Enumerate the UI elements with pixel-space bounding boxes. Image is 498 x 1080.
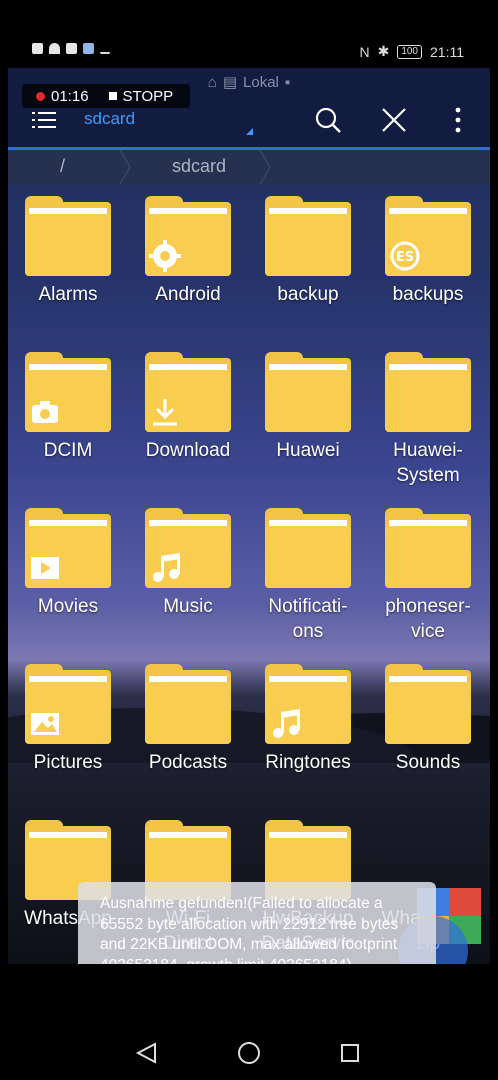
folder-icon [385,352,471,432]
folder-item[interactable]: Ringtones [248,664,368,814]
toolbar-title[interactable]: sdcard [84,109,135,129]
dropdown-caret-icon [246,128,253,135]
breadcrumb-current[interactable]: sdcard [172,156,226,177]
navigation-bar [135,1042,359,1064]
menu-icon[interactable] [32,110,56,130]
folder-item[interactable]: DCIM [8,352,128,502]
toolbar: ⌂ ▤ Lokal ▪ 01:16 STOPP sdcard [8,68,490,150]
breadcrumb-separator-icon [119,150,131,184]
folder-label: backup [277,284,339,305]
folder-item[interactable]: Sounds [368,664,488,814]
download-status-icon [100,43,110,54]
folder-label: Huawei [276,440,340,461]
folder-label: Podcasts [148,752,228,773]
home-icon: ⌂ [207,73,217,91]
download-icon [149,396,181,428]
folder-label: Pictures [33,752,103,773]
folder-label: Sounds [395,752,461,773]
error-toast: Ausnahme gefunden!(Failed to allocate a … [78,882,436,964]
folder-label: Movies [37,596,99,617]
record-dot-icon [36,91,45,101]
folder-label: Huawei- System [393,440,463,486]
folder-icon [25,196,111,276]
folder-label: Download [145,440,231,461]
folder-icon [265,196,351,276]
music-icon [269,708,301,740]
play-icon [29,552,61,584]
folder-icon [25,352,111,432]
folder-item[interactable]: Huawei- System [368,352,488,502]
folder-item[interactable]: Huawei [248,352,368,502]
folder-icon [145,196,231,276]
status-left-icons [32,43,110,54]
folder-item[interactable]: Notificati- ons [248,508,368,658]
es-icon: ES [389,240,421,272]
nfc-icon: N [359,43,370,60]
back-button[interactable] [135,1042,156,1064]
more-options-icon[interactable] [444,106,472,134]
folder-icon [145,664,231,744]
folder-label: Notificati- ons [268,596,348,642]
stop-icon [66,43,77,54]
folder-item[interactable]: Movies [8,508,128,658]
folder-icon [25,664,111,744]
folder-icon [385,664,471,744]
file-manager-app: ⌂ ▤ Lokal ▪ 01:16 STOPP sdcard / sdcard … [8,68,490,964]
close-icon[interactable] [380,106,408,134]
screen-recorder[interactable]: 01:16 STOPP [22,84,190,108]
bluetooth-icon: ✱ [377,43,390,59]
storage-label: Lokal [243,73,279,91]
folder-item[interactable]: Podcasts [128,664,248,814]
folder-icon [265,664,351,744]
folder-label: Ringtones [265,752,351,773]
folder-item[interactable]: ES backups [368,196,488,346]
folder-item[interactable]: Pictures [8,664,128,814]
wifi-icon [49,43,60,54]
record-timer: 01:16 [51,87,89,105]
folder-label: DCIM [43,440,93,461]
folder-item[interactable]: Android [128,196,248,346]
music-icon [149,552,181,584]
search-icon[interactable] [314,106,342,134]
sim-icon [32,43,43,54]
home-button[interactable] [238,1042,260,1064]
folder-label: phoneser- vice [385,596,471,642]
folder-label: Alarms [38,284,98,305]
breadcrumb-separator-icon [259,150,271,184]
folder-item[interactable]: Music [128,508,248,658]
folder-item[interactable]: Alarms [8,196,128,346]
folder-icon [385,508,471,588]
status-right: N ✱ 100 21:11 [359,43,464,60]
folder-item[interactable]: backup [248,196,368,346]
record-stop-button[interactable]: STOPP [123,88,174,105]
card-icon: ▤ [222,74,238,91]
breadcrumb-root[interactable]: / [60,156,65,177]
status-bar: N ✱ 100 21:11 [0,0,498,70]
folder-icon [145,508,231,588]
folder-icon [265,508,351,588]
folder-label: Android [155,284,221,305]
android-icon: ▪ [284,73,291,91]
image-icon [29,708,61,740]
gallery-icon [83,43,94,54]
folder-label: backups [392,284,464,305]
gear-icon [149,240,181,272]
folder-item[interactable]: phoneser- vice [368,508,488,658]
folder-icon [25,508,111,588]
battery-icon: 100 [397,44,422,59]
folder-icon [265,352,351,432]
folder-item[interactable]: Download [128,352,248,502]
camera-icon [29,396,61,428]
clock: 21:11 [430,43,464,60]
folder-icon [145,352,231,432]
recents-button[interactable] [341,1044,359,1062]
stop-square-icon [108,92,117,100]
folder-label: Music [163,596,213,617]
folder-icon: ES [385,196,471,276]
breadcrumb: / sdcard [8,150,490,184]
svg-text:ES: ES [396,250,414,265]
